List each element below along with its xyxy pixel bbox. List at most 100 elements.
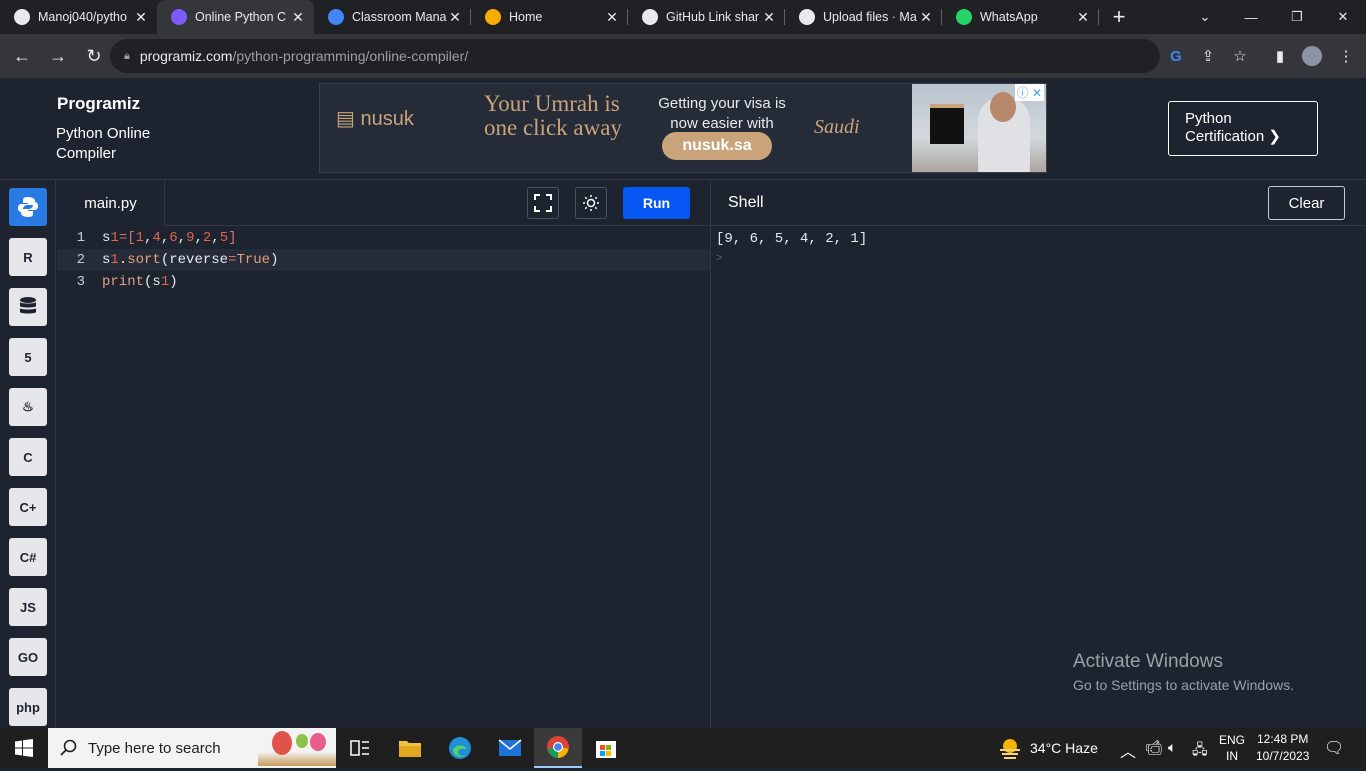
cpp-icon[interactable]: C+	[9, 488, 47, 526]
restore-button[interactable]: ❐	[1274, 0, 1320, 34]
ad-cta-button[interactable]: nusuk.sa	[662, 132, 772, 160]
close-tab-icon[interactable]: ✕	[133, 9, 149, 26]
reload-button[interactable]: ↻	[78, 40, 110, 72]
sql-icon[interactable]	[9, 288, 47, 326]
clock-time[interactable]: 12:48 PM	[1257, 732, 1308, 746]
menu-kebab-icon[interactable]: ⋮	[1334, 44, 1358, 68]
task-view-icon[interactable]	[336, 728, 384, 768]
java-icon[interactable]: ♨	[9, 388, 47, 426]
meet-now-icon[interactable]: 📹︎	[1145, 739, 1163, 756]
close-tab-icon[interactable]: ✕	[447, 9, 463, 26]
code-text: s1=[1,4,6,9,2,5]	[102, 230, 237, 246]
close-tab-icon[interactable]: ✕	[1075, 9, 1091, 26]
tab-title: Upload files · Ma	[823, 10, 917, 24]
volume-muted-icon[interactable]: 🔈︎	[1168, 739, 1176, 756]
code-token: ,	[177, 230, 187, 246]
browser-tab[interactable]: WhatsApp ✕	[942, 0, 1099, 34]
edge-browser-icon[interactable]	[436, 728, 484, 768]
bookmark-star-icon[interactable]: ☆	[1228, 44, 1252, 68]
code-line[interactable]: 2 s1.sort(reverse=True)	[57, 249, 710, 271]
mail-icon[interactable]	[486, 728, 534, 768]
clear-button[interactable]: Clear	[1268, 186, 1345, 220]
input-language-line1[interactable]: ENG	[1219, 733, 1245, 747]
code-token: =	[118, 230, 128, 246]
theme-toggle-sun-icon[interactable]	[575, 187, 607, 219]
close-tab-icon[interactable]: ✕	[604, 9, 620, 26]
weather-haze-icon[interactable]	[990, 728, 1030, 768]
language-label: 5	[24, 349, 32, 365]
show-hidden-icons-chevron-icon[interactable]: ︿	[1120, 738, 1136, 762]
search-highlight-balloons-icon[interactable]	[258, 730, 336, 766]
input-language-line2[interactable]: IN	[1226, 749, 1238, 763]
code-token: reverse	[169, 252, 229, 268]
c-icon[interactable]: C	[9, 438, 47, 476]
tab-search-icon[interactable]: ⌄	[1182, 0, 1228, 34]
advertisement-banner[interactable]: ▤ nusuk Your Umrah is one click away Get…	[319, 83, 1047, 173]
php-icon[interactable]: php	[9, 688, 47, 726]
language-label: C+	[19, 499, 37, 515]
go-icon[interactable]: GO	[9, 638, 47, 676]
python-icon[interactable]	[9, 188, 47, 226]
programiz-logo[interactable]: Programiz	[57, 94, 140, 114]
browser-tab[interactable]: Classroom Mana ✕	[314, 0, 471, 34]
browser-tab[interactable]: Manoj040/pytho ✕	[0, 0, 157, 34]
browser-tab[interactable]: Home ✕	[471, 0, 628, 34]
forward-button[interactable]: →	[42, 40, 74, 72]
clock-date[interactable]: 10/7/2023	[1256, 749, 1309, 763]
code-line[interactable]: 3 print(s1)	[57, 271, 710, 293]
certification-button[interactable]: Python Certification ❯	[1168, 101, 1318, 156]
csharp-icon[interactable]: C#	[9, 538, 47, 576]
javascript-icon[interactable]: JS	[9, 588, 47, 626]
language-label: R	[23, 249, 33, 265]
file-tab-main-py[interactable]: main.py	[57, 180, 165, 226]
html5-icon[interactable]: 5	[9, 338, 47, 376]
back-button[interactable]: ←	[6, 40, 38, 72]
close-tab-icon[interactable]: ✕	[290, 9, 306, 26]
github-icon	[799, 9, 815, 25]
code-token: )	[270, 252, 279, 268]
language-label: php	[16, 699, 40, 715]
notifications-icon[interactable]: 🗨︎	[1324, 738, 1344, 758]
shell-header: Shell Clear	[711, 180, 1366, 226]
code-line[interactable]: 1 s1=[1,4,6,9,2,5]	[57, 227, 710, 249]
search-placeholder: Type here to search	[88, 739, 221, 757]
microsoft-store-icon[interactable]	[582, 728, 630, 768]
fullscreen-icon[interactable]	[527, 187, 559, 219]
tab-list: Manoj040/pytho ✕ Online Python C ✕ Classroom…	[0, 0, 1099, 34]
certification-label-line1: Python	[1185, 110, 1232, 127]
google-icon[interactable]: G	[1164, 44, 1188, 68]
code-text: s1.sort(reverse=True)	[102, 252, 278, 268]
site-header: Programiz Python Online Compiler ▤ nusuk…	[0, 78, 1366, 180]
line-number: 3	[76, 274, 85, 290]
code-token: 1	[110, 230, 119, 246]
language-label: JS	[20, 599, 36, 615]
new-tab-button[interactable]: +	[1099, 0, 1139, 34]
share-icon[interactable]: ⇪	[1196, 44, 1220, 68]
profile-avatar[interactable]	[1300, 44, 1324, 68]
windows-start-icon[interactable]	[0, 728, 48, 768]
file-explorer-icon[interactable]	[386, 728, 434, 768]
browser-tab[interactable]: GitHub Link shar ✕	[628, 0, 785, 34]
side-panel-icon[interactable]: ▮	[1268, 44, 1292, 68]
code-token: 5	[219, 230, 229, 246]
browser-tab[interactable]: Upload files · Ma ✕	[785, 0, 942, 34]
close-tab-icon[interactable]: ✕	[918, 9, 934, 26]
tab-title: WhatsApp	[980, 10, 1038, 24]
minimize-button[interactable]: —	[1228, 0, 1274, 34]
code-token: True	[236, 252, 271, 268]
close-window-button[interactable]: ✕	[1320, 0, 1366, 34]
close-tab-icon[interactable]: ✕	[761, 9, 777, 26]
lock-icon: 🔒︎	[124, 49, 130, 62]
address-bar[interactable]: 🔒︎ programiz.com/python-programming/onli…	[110, 39, 1160, 73]
run-button[interactable]: Run	[623, 187, 690, 219]
kaaba-image	[930, 104, 964, 144]
ad-choices-icon[interactable]: ⓘ ✕	[1014, 84, 1044, 101]
weather-text[interactable]: 34°C Haze	[1030, 740, 1098, 756]
r-icon[interactable]: R	[9, 238, 47, 276]
code-token: s	[152, 274, 161, 290]
network-icon[interactable]: 🖧︎	[1192, 739, 1208, 763]
ad-headline: Your Umrah is one click away	[484, 91, 622, 140]
browser-tab[interactable]: Online Python C ✕	[157, 0, 314, 34]
chrome-icon[interactable]	[534, 728, 582, 768]
code-editor[interactable]: 1 s1=[1,4,6,9,2,5] 2 s1.sort(reverse=True) 3…	[57, 227, 710, 728]
